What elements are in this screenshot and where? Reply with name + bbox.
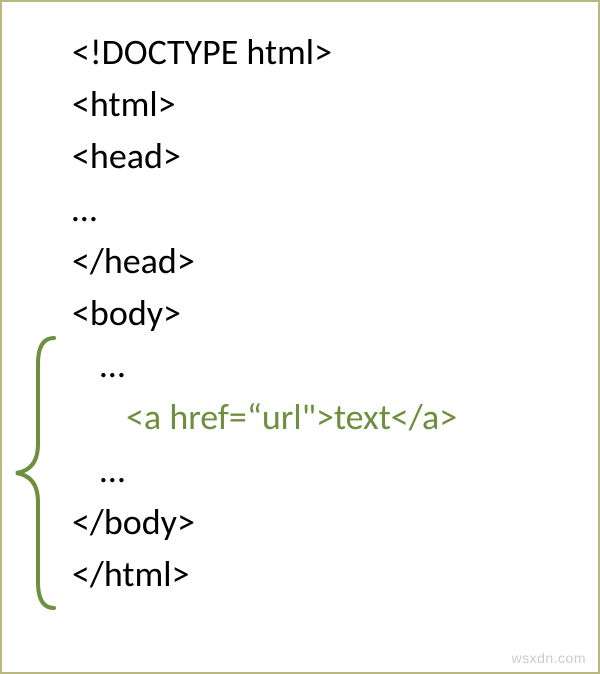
- code-line-head-open: <head>: [72, 130, 568, 182]
- code-line-head-close: </head>: [72, 235, 568, 287]
- code-line-doctype: <!DOCTYPE html>: [72, 26, 568, 78]
- code-line-body-open: <body>: [72, 287, 568, 339]
- code-line-html-close: </html>: [72, 548, 568, 600]
- curly-bracket-icon: [10, 334, 60, 612]
- code-line-head-ellipsis: …: [72, 183, 568, 235]
- code-line-html-open: <html>: [72, 78, 568, 130]
- watermark-text: wsxdn.com: [511, 650, 586, 666]
- code-line-body-close: </body>: [72, 496, 568, 548]
- code-snippet: <!DOCTYPE html> <html> <head> … </head> …: [2, 2, 598, 624]
- code-line-anchor: <a href=“url">text</a>: [72, 391, 568, 443]
- code-line-body-ellipsis-1: …: [72, 339, 568, 391]
- code-line-body-ellipsis-2: …: [72, 444, 568, 496]
